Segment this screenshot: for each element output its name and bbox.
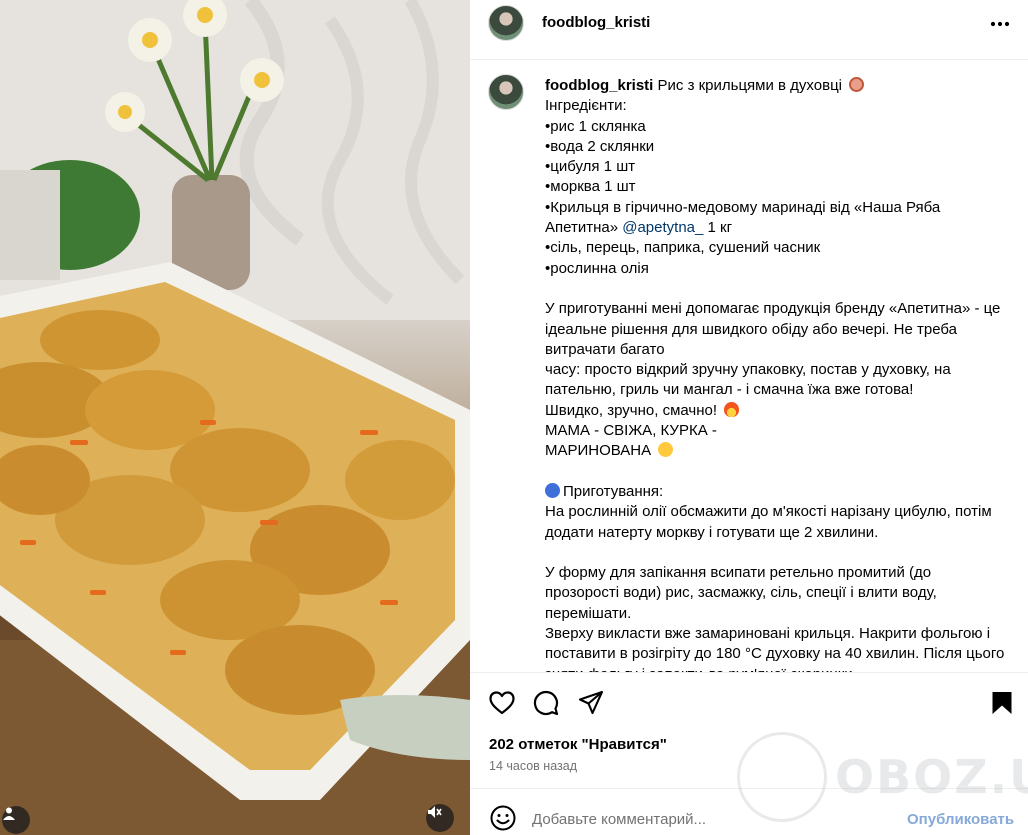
emoji-picker-button[interactable] xyxy=(489,804,517,832)
caption-line: •рослинна олія xyxy=(545,259,649,277)
user-icon xyxy=(3,807,15,820)
smiley-icon xyxy=(490,805,516,831)
comment-button[interactable] xyxy=(532,689,560,717)
like-button[interactable] xyxy=(488,689,516,717)
caption-line: Інгредієнти: xyxy=(545,97,627,115)
caption-line: 1 кг xyxy=(703,219,733,237)
caption-line: •сіль, перець, паприка, сушений часник xyxy=(545,239,821,257)
heart-icon xyxy=(489,691,515,715)
more-options-button[interactable] xyxy=(988,12,1012,36)
caption-line: •рис 1 склянка xyxy=(545,117,646,135)
mute-button[interactable] xyxy=(426,804,454,832)
comment-bubble-icon xyxy=(533,690,559,716)
comment-input[interactable] xyxy=(532,809,892,829)
caption-line: •морква 1 шт xyxy=(545,178,636,196)
caption-author[interactable]: foodblog_kristi xyxy=(545,77,653,94)
caption-line: •Крильця в гірчично-медовому маринаді ві… xyxy=(545,198,941,237)
caption-paragraph: часу: просто відкрий зручну упаковку, по… xyxy=(545,361,951,399)
smile-emoji-icon xyxy=(658,442,674,458)
caption-paragraph: Зверху викласти вже замариновані крильця… xyxy=(545,625,1005,672)
post-side-panel: foodblog_kristi foodblog_kristi Рис з кр… xyxy=(470,0,1028,835)
caption-area: foodblog_kristi Рис з крильцями в духовц… xyxy=(470,60,1028,672)
caption-paragraph: На рослинній олії обсмажити до м'якості … xyxy=(545,503,992,541)
caption-text: foodblog_kristi Рис з крильцями в духовц… xyxy=(545,76,1005,672)
save-button[interactable] xyxy=(988,689,1016,717)
publish-button[interactable]: Опубликовать xyxy=(907,811,1014,828)
caption-paragraph: Швидко, зручно, смачно! xyxy=(545,401,718,419)
fire-emoji-icon xyxy=(724,401,740,417)
post-header: foodblog_kristi xyxy=(470,0,1028,60)
post-actions xyxy=(470,672,1028,734)
bookmark-icon xyxy=(992,692,1012,714)
clock-emoji-icon xyxy=(545,482,560,498)
caption-avatar[interactable] xyxy=(488,74,524,110)
share-button[interactable] xyxy=(577,689,605,717)
caption-paragraph: МАМА - СВІЖА, КУРКА - xyxy=(545,422,717,440)
author-avatar[interactable] xyxy=(488,5,524,41)
more-dots-icon xyxy=(990,21,1010,27)
food-photo-illustration xyxy=(0,0,470,835)
dish-emoji-icon xyxy=(849,77,865,92)
speaker-muted-icon xyxy=(428,806,442,818)
post-timestamp[interactable]: 14 часов назад xyxy=(489,759,577,773)
caption-paragraph: У приготуванні мені допомагає продукція … xyxy=(545,300,1001,358)
caption-line: •цибуля 1 шт xyxy=(545,158,636,176)
paper-plane-icon xyxy=(578,690,604,715)
prep-title: Приготування: xyxy=(563,482,664,500)
tagged-users-button[interactable] xyxy=(2,806,30,834)
author-username[interactable]: foodblog_kristi xyxy=(542,14,650,31)
caption-paragraph: У форму для запікання всипати ретельно п… xyxy=(545,564,937,622)
likes-count[interactable]: 202 отметок "Нравится" xyxy=(489,736,667,753)
comment-bar: Опубликовать xyxy=(470,788,1028,835)
post-photo[interactable] xyxy=(0,0,470,835)
caption-title: Рис з крильцями в духовці xyxy=(657,77,842,94)
caption-paragraph: МАРИНОВАНА xyxy=(545,442,652,460)
caption-line: •вода 2 склянки xyxy=(545,137,655,155)
mention-link[interactable]: @apetytna_ xyxy=(622,219,703,236)
